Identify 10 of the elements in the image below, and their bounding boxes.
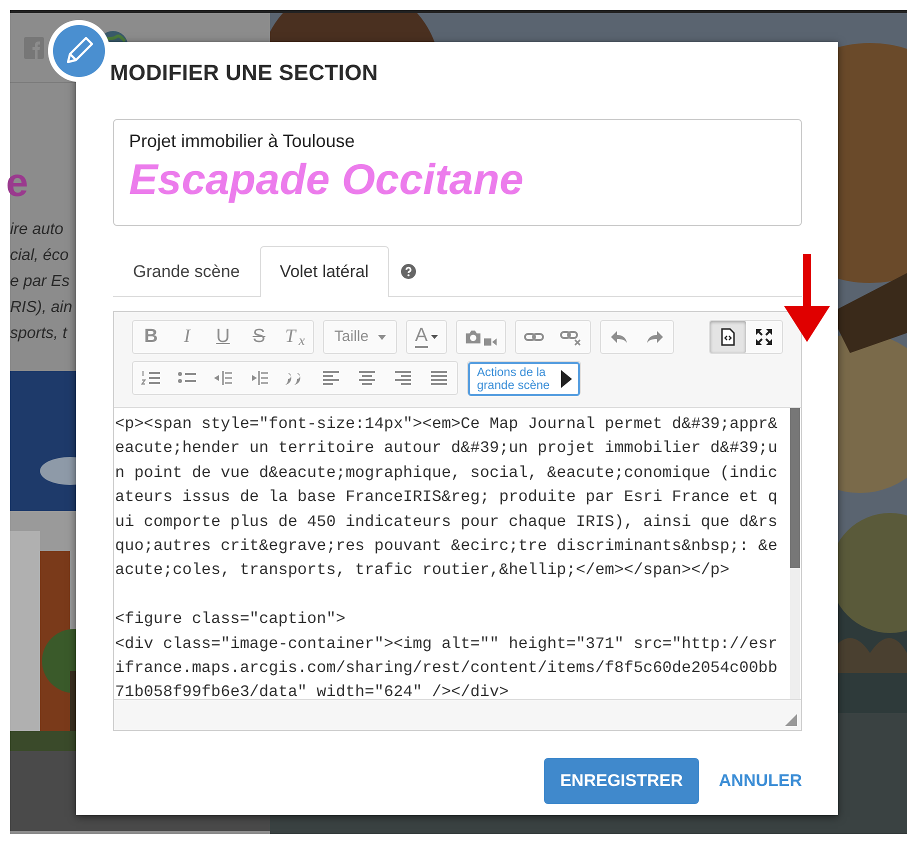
outdent-icon — [213, 369, 233, 387]
body-text: RIS), ain — [10, 298, 72, 318]
body-text: e par Es — [10, 272, 70, 292]
pencil-icon — [53, 25, 105, 77]
body-text: ire auto — [10, 220, 64, 240]
body-text: cial, éco — [10, 246, 69, 266]
body-text: sports, t — [10, 324, 67, 344]
indent-icon — [249, 369, 269, 387]
numbered-list-icon — [141, 369, 161, 387]
tab[interactable]: Grande scène — [113, 246, 260, 297]
